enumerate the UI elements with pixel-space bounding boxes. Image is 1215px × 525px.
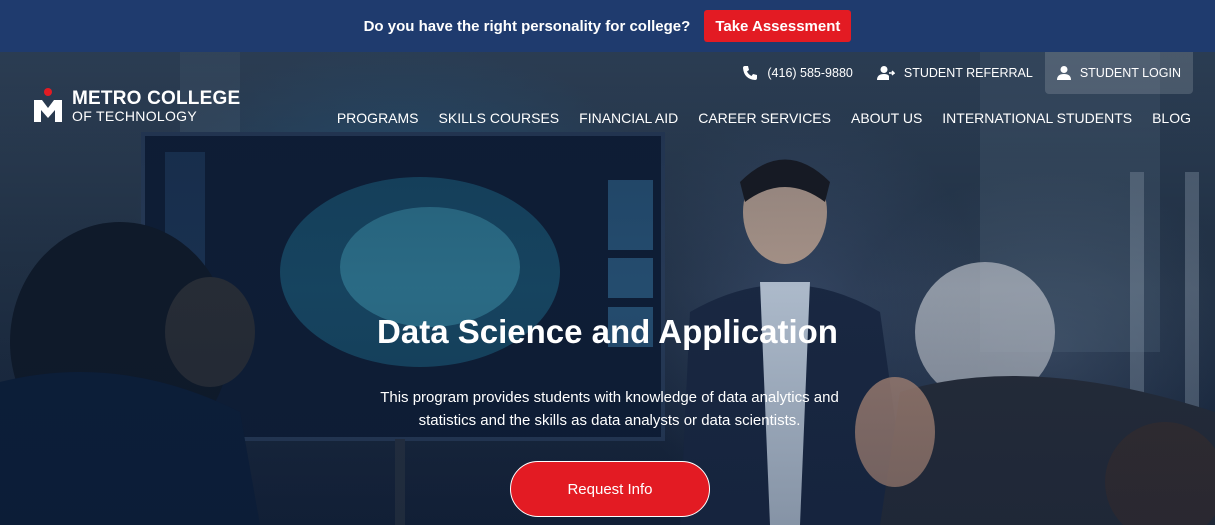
announcement-bar: Do you have the right personality for co… [0,0,1215,52]
user-icon [1056,66,1071,80]
nav-career-services[interactable]: CAREER SERVICES [698,110,831,126]
phone-number: (416) 585-9880 [767,66,853,80]
user-share-icon [876,66,895,80]
nav-programs[interactable]: PROGRAMS [337,110,419,126]
nav-about-us[interactable]: ABOUT US [851,110,922,126]
hero-description-line-1: This program provides students with know… [380,389,839,406]
nav-skills-courses[interactable]: SKILLS COURSES [439,110,560,126]
hero-description: This program provides students with know… [357,386,862,432]
logo-line-2: OF TECHNOLOGY [72,108,197,124]
phone-icon [743,66,758,80]
hero-section: METRO COLLEGE OF TECHNOLOGY (416) 585-98… [0,52,1215,525]
utility-nav: (416) 585-9880 STUDENT REFERRAL STUDENT … [730,52,1193,94]
student-referral-link[interactable]: STUDENT REFERRAL [865,52,1045,94]
logo-line-1: METRO COLLEGE [72,88,241,109]
nav-international-students[interactable]: INTERNATIONAL STUDENTS [942,110,1132,126]
request-info-button[interactable]: Request Info [510,461,710,517]
hero-title: Data Science and Application [377,313,838,350]
main-nav: PROGRAMS SKILLS COURSES FINANCIAL AID CA… [317,110,1191,126]
student-login-label: STUDENT LOGIN [1079,66,1181,80]
hero-description-line-2: statistics and the skills as data analys… [418,412,801,429]
nav-financial-aid[interactable]: FINANCIAL AID [579,110,678,126]
metro-college-logo[interactable]: METRO COLLEGE OF TECHNOLOGY [32,88,240,124]
announcement-text: Do you have the right personality for co… [363,17,691,35]
take-assessment-button[interactable]: Take Assessment [704,10,852,42]
logo-wordmark: METRO COLLEGE OF TECHNOLOGY [72,89,240,123]
student-referral-label: STUDENT REFERRAL [903,66,1033,80]
student-login-link[interactable]: STUDENT LOGIN [1044,52,1193,94]
nav-blog[interactable]: BLOG [1152,110,1191,126]
metro-logo-mark-icon [34,88,62,122]
phone-link[interactable]: (416) 585-9880 [730,52,864,94]
